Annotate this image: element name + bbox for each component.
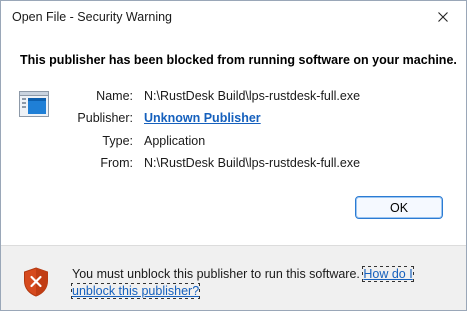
publisher-label: Publisher: xyxy=(77,111,133,125)
unblock-message: You must unblock this publisher to run t… xyxy=(72,267,360,281)
ok-button[interactable]: OK xyxy=(355,196,443,219)
window-title: Open File - Security Warning xyxy=(12,10,173,24)
name-value: N:\RustDesk Build\lps-rustdesk-full.exe xyxy=(144,89,361,103)
type-value: Application xyxy=(144,134,206,148)
footer-message-block: You must unblock this publisher to run t… xyxy=(71,266,457,300)
title-bar: Open File - Security Warning xyxy=(1,1,466,33)
warning-headline: This publisher has been blocked from run… xyxy=(20,53,457,67)
publisher-link[interactable]: Unknown Publisher xyxy=(144,111,261,125)
application-window-icon xyxy=(19,91,49,117)
security-warning-dialog: Open File - Security Warning This publis… xyxy=(0,0,467,311)
name-label: Name: xyxy=(96,89,133,103)
from-value: N:\RustDesk Build\lps-rustdesk-full.exe xyxy=(144,156,361,170)
shield-warning-icon xyxy=(24,267,48,297)
type-label: Type: xyxy=(102,134,133,148)
footer-panel: You must unblock this publisher to run t… xyxy=(1,246,466,310)
close-button[interactable] xyxy=(420,1,466,33)
close-icon xyxy=(438,12,448,22)
dialog-body: This publisher has been blocked from run… xyxy=(1,33,466,245)
from-label: From: xyxy=(100,156,133,170)
